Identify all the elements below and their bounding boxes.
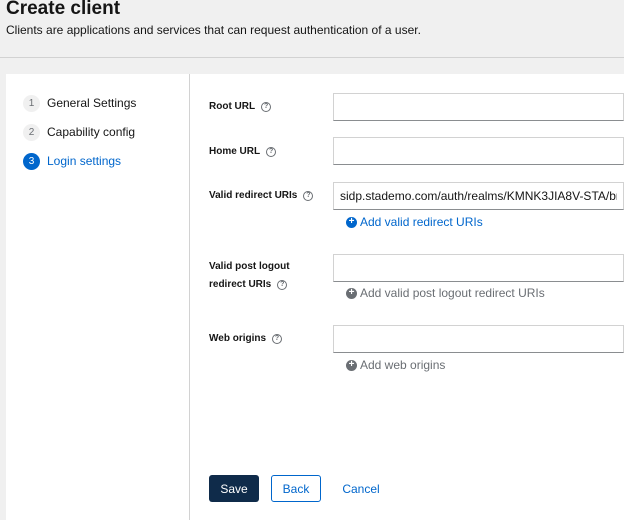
home-url-label-text: Home URL — [209, 146, 261, 157]
step-number: 2 — [23, 123, 40, 141]
add-web-origin-label: Add web origins — [360, 358, 446, 372]
help-icon[interactable]: ? — [261, 102, 272, 112]
help-icon[interactable]: ? — [272, 334, 283, 344]
home-url-label: Home URL ? — [209, 143, 277, 161]
valid-post-logout-label-line2: redirect URIs — [209, 279, 272, 290]
page-title: Create client — [6, 0, 121, 19]
root-url-input[interactable] — [333, 93, 624, 121]
add-valid-post-logout-label: Add valid post logout redirect URIs — [360, 286, 545, 300]
step-number: 1 — [23, 94, 40, 112]
valid-post-logout-label: Valid post logout redirect URIs ? — [209, 258, 290, 294]
add-valid-redirect-uri-label: Add valid redirect URIs — [360, 215, 483, 229]
valid-redirect-uri-input[interactable] — [333, 182, 624, 210]
add-valid-post-logout-redirect-uri-button[interactable]: + Add valid post logout redirect URIs — [346, 286, 545, 300]
page-header: Create client Clients are applications a… — [0, 0, 624, 58]
wizard-step-login-settings[interactable]: 3 Login settings — [23, 152, 121, 170]
page-subtitle: Clients are applications and services th… — [6, 23, 421, 37]
back-button[interactable]: Back — [271, 475, 321, 502]
valid-redirect-uris-label: Valid redirect URIs ? — [209, 187, 314, 205]
cancel-button[interactable]: Cancel — [336, 475, 386, 502]
help-icon[interactable]: ? — [266, 147, 277, 157]
web-origins-label-text: Web origins — [209, 333, 267, 344]
plus-circle-icon: + — [346, 216, 357, 228]
wizard-step-general-settings[interactable]: 1 General Settings — [23, 94, 136, 112]
valid-redirect-uris-label-text: Valid redirect URIs — [209, 190, 298, 201]
web-origins-input[interactable] — [333, 325, 624, 353]
root-url-label: Root URL ? — [209, 98, 272, 116]
step-label: General Settings — [47, 96, 137, 110]
home-url-input[interactable] — [333, 137, 624, 165]
step-label: Login settings — [47, 154, 122, 168]
wizard-step-capability-config[interactable]: 2 Capability config — [23, 123, 135, 141]
add-web-origin-button[interactable]: + Add web origins — [346, 358, 445, 372]
help-icon[interactable]: ? — [303, 191, 314, 201]
add-valid-redirect-uri-button[interactable]: + Add valid redirect URIs — [346, 215, 483, 229]
help-icon[interactable]: ? — [277, 280, 288, 290]
valid-post-logout-redirect-uri-input[interactable] — [333, 254, 624, 282]
web-origins-label: Web origins ? — [209, 330, 283, 348]
step-label: Capability config — [47, 125, 136, 139]
save-button[interactable]: Save — [209, 475, 259, 502]
create-client-card: 1 General Settings 2 Capability config 3… — [6, 74, 624, 520]
root-url-label-text: Root URL — [209, 101, 256, 112]
valid-post-logout-label-line1: Valid post logout — [209, 261, 290, 272]
step-number: 3 — [23, 152, 40, 170]
plus-circle-icon: + — [346, 359, 357, 371]
wizard-nav: 1 General Settings 2 Capability config 3… — [6, 74, 190, 520]
plus-circle-icon: + — [346, 287, 357, 299]
